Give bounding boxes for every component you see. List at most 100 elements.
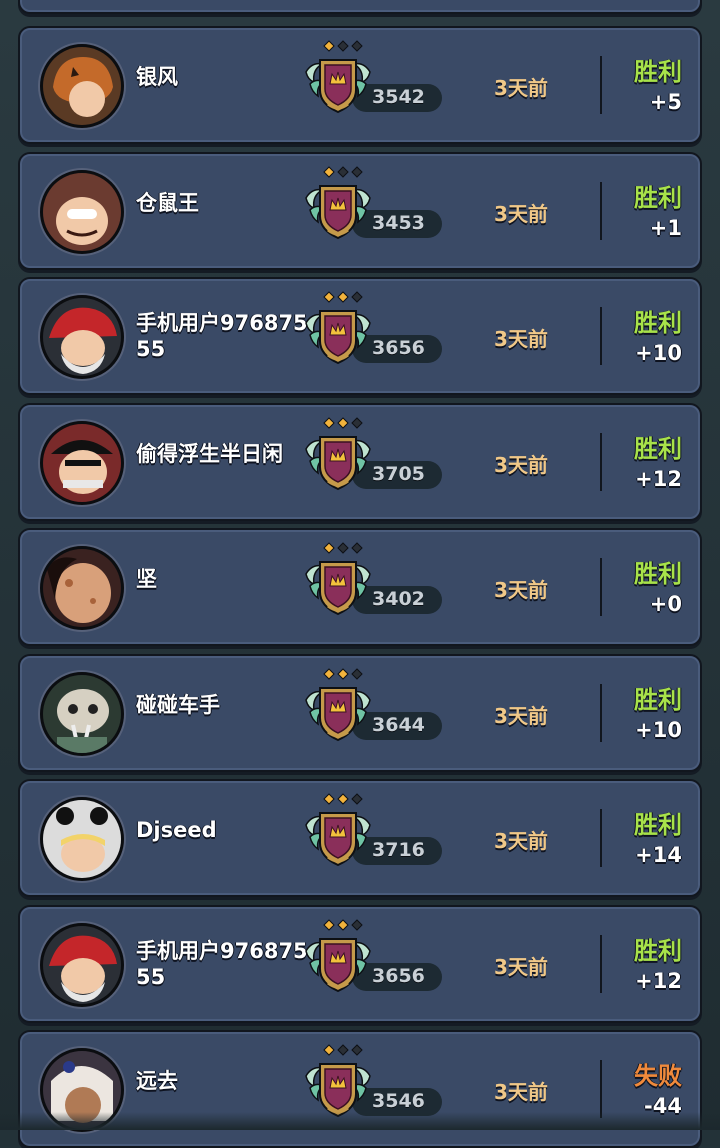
divider xyxy=(600,809,602,867)
pumpkin-avatar-icon xyxy=(43,47,121,125)
player-name: 银风 xyxy=(136,65,178,89)
rank-score: 3402 xyxy=(372,588,425,610)
rank-score: 3453 xyxy=(372,212,425,234)
player-name: Djseed xyxy=(136,818,217,842)
match-time: 3天前 xyxy=(494,578,548,602)
match-card[interactable]: 手机用户97687555 3656 3天前 胜利 +12 xyxy=(18,905,702,1023)
match-result: 胜利 xyxy=(634,309,682,337)
player-avatar[interactable] xyxy=(40,170,124,254)
rank-pip xyxy=(323,166,335,178)
score-delta: +0 xyxy=(649,592,682,616)
match-card[interactable]: 偷得浮生半日闲 3705 3天前 胜利 +12 xyxy=(18,403,702,521)
match-card[interactable]: 坚 3402 3天前 胜利 +0 xyxy=(18,528,702,646)
rank-pip xyxy=(337,919,349,931)
rank-pip xyxy=(351,40,363,52)
rank-pip xyxy=(323,417,335,429)
rank-pip xyxy=(337,668,349,680)
player-name: 远去 xyxy=(136,1069,178,1093)
match-time: 3天前 xyxy=(494,704,548,728)
player-avatar[interactable] xyxy=(40,44,124,128)
rank-pip xyxy=(351,166,363,178)
rank-display: 3644 xyxy=(302,668,452,760)
rank-score: 3656 xyxy=(372,965,425,987)
rank-pip xyxy=(323,793,335,805)
divider xyxy=(600,558,602,616)
match-card[interactable]: 银风 3542 3天前 胜利 +5 xyxy=(18,26,702,144)
player-name: 碰碰车手 xyxy=(136,693,220,717)
rank-pip xyxy=(351,417,363,429)
rank-display: 3453 xyxy=(302,166,452,258)
player-avatar[interactable] xyxy=(40,546,124,630)
rank-display: 3402 xyxy=(302,542,452,634)
match-card[interactable]: Djseed 3716 3天前 胜利 +14 xyxy=(18,779,702,897)
player-name: 偷得浮生半日闲 xyxy=(136,442,283,466)
divider xyxy=(600,684,602,742)
rank-badge-icon xyxy=(305,40,371,114)
player-name: 仓鼠王 xyxy=(136,191,199,215)
rank-pip xyxy=(323,1044,335,1056)
rank-pip xyxy=(323,40,335,52)
score-delta: +5 xyxy=(649,90,682,114)
rank-score: 3716 xyxy=(372,839,425,861)
red-hat-avatar-icon xyxy=(43,926,121,1004)
score-delta: +12 xyxy=(635,969,682,993)
match-result: 胜利 xyxy=(634,58,682,86)
player-name: 坚 xyxy=(136,567,157,591)
match-card[interactable]: 手机用户97687555 3656 3天前 胜利 +10 xyxy=(18,277,702,395)
rank-display: 3656 xyxy=(302,919,452,1011)
rank-display: 3656 xyxy=(302,291,452,383)
rank-pip xyxy=(337,542,349,554)
rank-pip xyxy=(323,291,335,303)
divider xyxy=(600,1060,602,1118)
divider xyxy=(600,56,602,114)
rank-badge-icon xyxy=(305,291,371,365)
rank-score: 3542 xyxy=(372,86,425,108)
rank-badge-icon xyxy=(305,793,371,867)
match-time: 3天前 xyxy=(494,453,548,477)
rank-pip xyxy=(351,291,363,303)
rank-pip xyxy=(351,793,363,805)
match-time: 3天前 xyxy=(494,829,548,853)
match-result: 胜利 xyxy=(634,184,682,212)
rank-pip xyxy=(323,919,335,931)
match-time: 3天前 xyxy=(494,955,548,979)
match-result: 胜利 xyxy=(634,560,682,588)
match-result: 胜利 xyxy=(634,811,682,839)
match-history-list[interactable]: 银风 3542 3天前 胜利 +5 仓鼠王 3453 3天前 胜利 +1 手机用… xyxy=(0,0,720,1148)
panda-hood-avatar-icon xyxy=(43,800,121,878)
rank-score: 3644 xyxy=(372,714,425,736)
score-delta: +10 xyxy=(635,341,682,365)
hamster-hood-avatar-icon xyxy=(43,173,121,251)
rank-display: 3705 xyxy=(302,417,452,509)
player-avatar[interactable] xyxy=(40,797,124,881)
match-card[interactable]: 仓鼠王 3453 3天前 胜利 +1 xyxy=(18,152,702,270)
player-avatar[interactable] xyxy=(40,295,124,379)
rank-display: 3542 xyxy=(302,40,452,132)
rank-pip xyxy=(337,417,349,429)
score-delta: +10 xyxy=(635,718,682,742)
rank-badge-icon xyxy=(305,542,371,616)
rank-pip xyxy=(323,542,335,554)
rank-badge-icon xyxy=(305,166,371,240)
rank-score: 3656 xyxy=(372,337,425,359)
skull-avatar-icon xyxy=(43,675,121,753)
match-result: 失败 xyxy=(634,1062,682,1090)
rank-pip xyxy=(337,291,349,303)
red-hat-avatar-icon xyxy=(43,298,121,376)
match-card[interactable]: 远去 3546 3天前 失败 -44 xyxy=(18,1030,702,1148)
match-card[interactable]: 碰碰车手 3644 3天前 胜利 +10 xyxy=(18,654,702,772)
player-name: 手机用户97687555 xyxy=(136,311,308,361)
score-delta: +12 xyxy=(635,467,682,491)
rank-pip xyxy=(351,542,363,554)
rank-badge-icon xyxy=(305,417,371,491)
player-avatar[interactable] xyxy=(40,672,124,756)
match-time: 3天前 xyxy=(494,1080,548,1104)
bandana-avatar-icon xyxy=(43,424,121,502)
score-delta: +1 xyxy=(649,216,682,240)
rank-pip xyxy=(323,668,335,680)
player-avatar[interactable] xyxy=(40,421,124,505)
divider xyxy=(600,307,602,365)
rank-pip xyxy=(351,919,363,931)
player-avatar[interactable] xyxy=(40,923,124,1007)
match-card-partial[interactable] xyxy=(18,0,702,14)
